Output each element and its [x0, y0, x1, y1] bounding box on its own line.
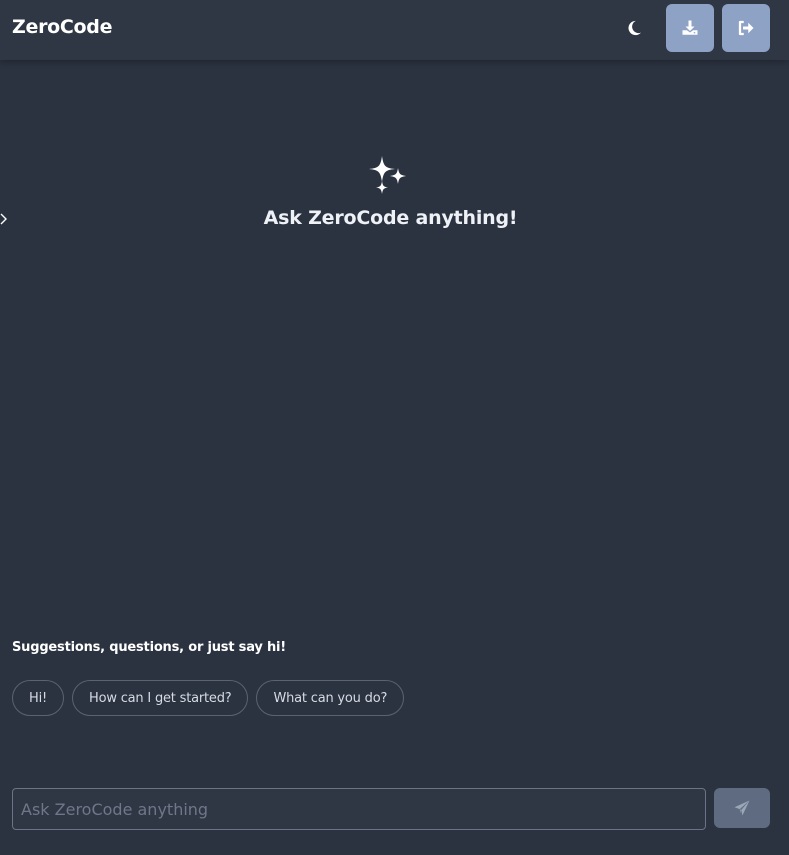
download-icon [682, 20, 698, 35]
suggestion-chip-hi[interactable]: Hi! [12, 680, 64, 716]
chat-input[interactable] [12, 788, 706, 830]
theme-toggle-button[interactable] [622, 16, 646, 40]
app-header: ZeroCode [0, 0, 789, 60]
suggestion-chip-get-started[interactable]: How can I get started? [72, 680, 249, 716]
suggestion-chips: Hi! How can I get started? What can you … [12, 680, 405, 716]
send-icon [734, 800, 750, 816]
logout-icon [738, 20, 754, 36]
moon-icon [628, 20, 642, 36]
download-button[interactable] [666, 4, 714, 52]
logout-button[interactable] [722, 4, 770, 52]
send-button[interactable] [714, 788, 770, 828]
hero-title: Ask ZeroCode anything! [263, 207, 518, 229]
suggestions-heading: Suggestions, questions, or just say hi! [12, 640, 287, 655]
app-title: ZeroCode [12, 16, 113, 38]
suggestion-chip-what-can-you-do[interactable]: What can you do? [256, 680, 405, 716]
sparkles-icon [369, 156, 406, 194]
